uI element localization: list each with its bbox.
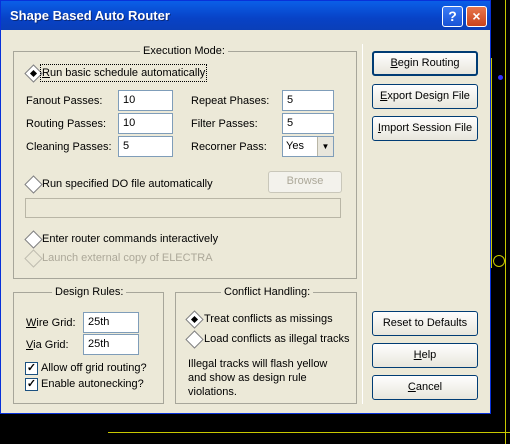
filter-passes-input[interactable]: 5 xyxy=(282,113,334,134)
execution-mode-title: Execution Mode: xyxy=(140,44,228,58)
off-grid-label[interactable]: Allow off grid routing? xyxy=(41,361,147,375)
repeat-label: Repeat Phases: xyxy=(191,95,270,107)
recorner-pass-value: Yes xyxy=(286,140,304,152)
cleaning-passes-input[interactable]: 5 xyxy=(118,136,173,157)
title-bar: Shape Based Auto Router ? × xyxy=(1,1,490,30)
interactive-label[interactable]: Enter router commands interactively xyxy=(42,232,218,246)
divider xyxy=(362,44,363,404)
browse-button[interactable]: Browse xyxy=(268,171,342,193)
run-basic-label[interactable]: Run basic schedule automatically xyxy=(39,64,208,82)
reset-defaults-button[interactable]: Reset to Defaults xyxy=(372,311,478,336)
wire-grid-label: Wire Grid: xyxy=(26,317,76,329)
treat-missings-label[interactable]: Treat conflicts as missings xyxy=(204,312,333,326)
help-title-button[interactable]: ? xyxy=(442,6,463,27)
board-pad xyxy=(493,255,505,267)
board-trace xyxy=(108,432,510,433)
autonecking-label[interactable]: Enable autonecking? xyxy=(41,377,144,391)
routing-passes-input[interactable]: 10 xyxy=(118,113,173,134)
board-trace xyxy=(505,0,506,444)
recorner-pass-select[interactable]: Yes ▼ xyxy=(282,136,334,157)
do-file-path-input[interactable] xyxy=(25,198,341,218)
board-via xyxy=(498,75,503,80)
export-design-button[interactable]: Export Design File xyxy=(372,84,478,109)
fanout-label: Fanout Passes: xyxy=(26,95,103,107)
cancel-button[interactable]: Cancel xyxy=(372,375,478,400)
cleaning-label: Cleaning Passes: xyxy=(26,141,112,153)
filter-label: Filter Passes: xyxy=(191,118,258,130)
via-grid-label: Via Grid: xyxy=(26,339,69,351)
recorner-label: Recorner Pass: xyxy=(191,141,267,153)
autonecking-checkbox[interactable]: ✓ xyxy=(25,378,38,391)
run-do-file-label[interactable]: Run specified DO file automatically xyxy=(42,177,213,191)
close-button[interactable]: × xyxy=(466,6,487,27)
close-icon: × xyxy=(472,8,481,24)
routing-label: Routing Passes: xyxy=(26,118,107,130)
import-session-button[interactable]: Import Session File xyxy=(372,116,478,141)
chevron-down-icon[interactable]: ▼ xyxy=(317,137,333,156)
conflict-note: Illegal tracks will flash yellow and sho… xyxy=(188,358,328,398)
router-dialog: Shape Based Auto Router ? × Execution Mo… xyxy=(0,0,491,414)
load-illegal-label[interactable]: Load conflicts as illegal tracks xyxy=(204,332,350,346)
launch-electra-label[interactable]: Launch external copy of ELECTRA xyxy=(42,251,213,265)
board-trace xyxy=(491,58,492,268)
help-button[interactable]: Help xyxy=(372,343,478,368)
design-rules-title: Design Rules: xyxy=(52,285,127,299)
wire-grid-input[interactable]: 25th xyxy=(83,312,139,333)
repeat-phases-input[interactable]: 5 xyxy=(282,90,334,111)
fanout-passes-input[interactable]: 10 xyxy=(118,90,173,111)
via-grid-input[interactable]: 25th xyxy=(83,334,139,355)
begin-routing-button[interactable]: Begin Routing xyxy=(372,51,478,76)
conflict-handling-title: Conflict Handling: xyxy=(221,285,314,299)
window-title: Shape Based Auto Router xyxy=(10,8,170,23)
off-grid-checkbox[interactable]: ✓ xyxy=(25,362,38,375)
question-icon: ? xyxy=(448,8,457,24)
